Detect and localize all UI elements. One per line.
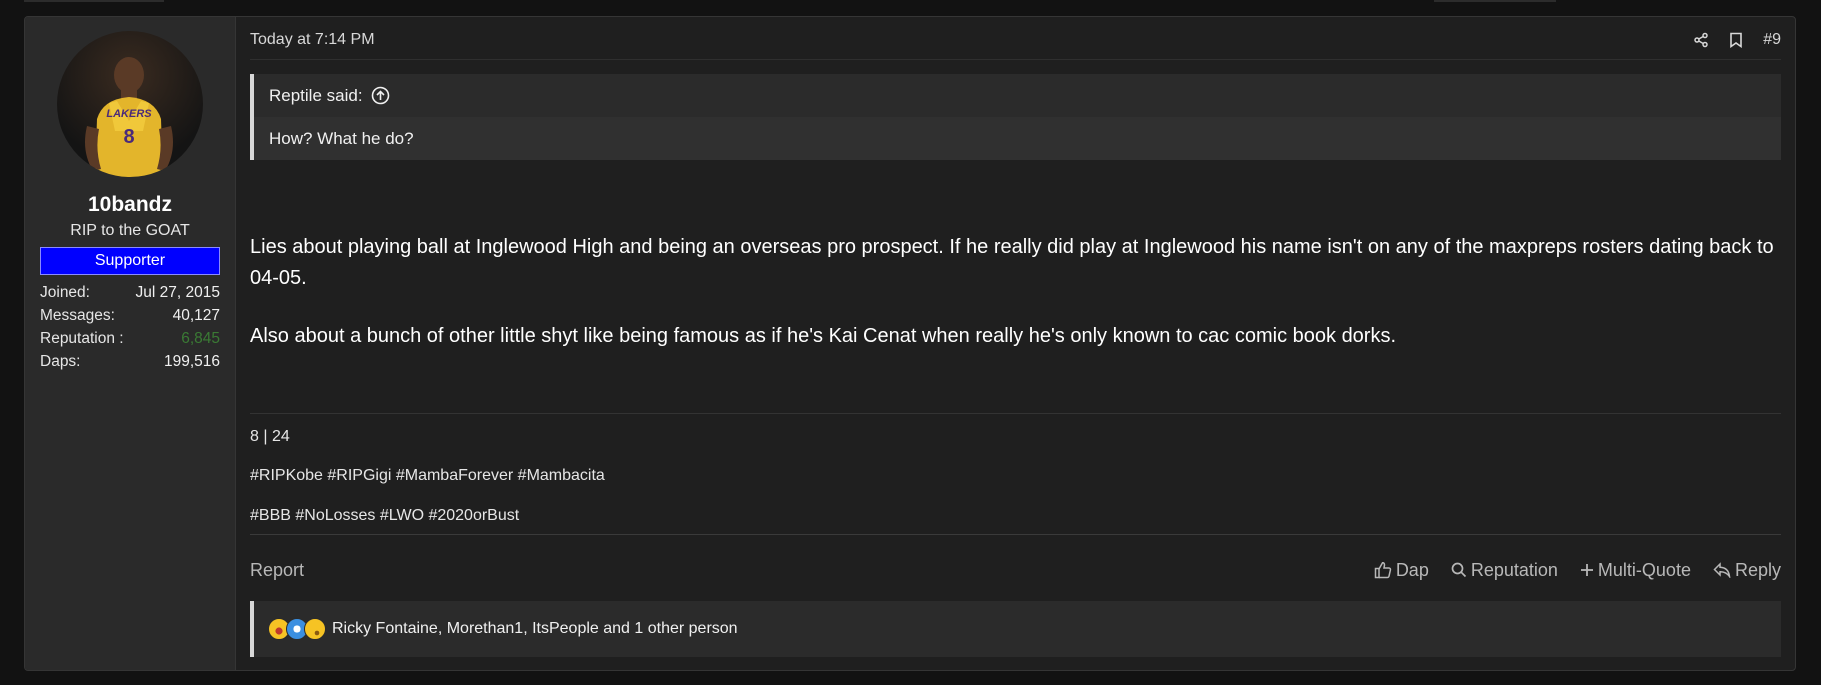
confused-emoji-icon	[304, 618, 326, 640]
top-divider-right	[1434, 0, 1556, 2]
stat-value[interactable]: 40,127	[173, 304, 220, 327]
dap-button[interactable]: Dap	[1374, 560, 1429, 581]
message-paragraph: Also about a bunch of other little shyt …	[250, 325, 1397, 347]
reactions-text[interactable]: Ricky Fontaine, Morethan1, ItsPeople and…	[332, 620, 738, 638]
post-main: Today at 7:14 PM #9 Reptile said: How? W…	[236, 17, 1795, 670]
stat-label: Daps:	[40, 353, 81, 370]
multi-quote-button[interactable]: Multi-Quote	[1580, 560, 1691, 581]
message-body: Lies about playing ball at Inglewood Hig…	[250, 232, 1781, 352]
footer-divider	[250, 534, 1781, 535]
signature-divider	[250, 413, 1781, 414]
plus-icon	[1580, 564, 1593, 576]
stat-label: Messages:	[40, 307, 115, 324]
search-icon	[1451, 562, 1466, 578]
message-paragraph: Lies about playing ball at Inglewood Hig…	[250, 236, 1774, 289]
post-header: Today at 7:14 PM #9	[250, 17, 1781, 60]
post-actions: Report Dap Reputation Multi-Quote Reply	[250, 555, 1781, 585]
avatar-jersey-number: 8	[123, 126, 134, 148]
user-stats: Joined: Jul 27, 2015 Messages: 40,127 Re…	[40, 281, 220, 373]
stat-value: Jul 27, 2015	[135, 284, 220, 301]
stat-daps: Daps: 199,516	[40, 350, 220, 373]
post-header-actions: #9	[1693, 31, 1781, 49]
stat-label: Reputation :	[40, 330, 124, 347]
stat-label: Joined:	[40, 284, 90, 301]
stat-reputation: Reputation : 6,845	[40, 327, 220, 350]
quote-text: How? What he do?	[254, 117, 1781, 160]
stat-joined: Joined: Jul 27, 2015	[40, 281, 220, 304]
user-banner: Supporter	[40, 247, 220, 275]
signature-line: 8 | 24	[250, 428, 290, 445]
quote-author[interactable]: Reptile said:	[269, 86, 363, 106]
reactions-bar[interactable]: Ricky Fontaine, Morethan1, ItsPeople and…	[250, 601, 1781, 657]
stat-value: 199,516	[163, 353, 220, 370]
post-number[interactable]: #9	[1763, 31, 1781, 49]
username[interactable]: 10bandz	[25, 193, 235, 217]
reply-label: Reply	[1734, 559, 1781, 580]
reaction-icons	[268, 618, 326, 640]
signature-line: #RIPKobe #RIPGigi #MambaForever #Mambaci…	[250, 467, 605, 484]
signature-line: #BBB #NoLosses #LWO #2020orBust	[250, 507, 520, 524]
reply-button[interactable]: Reply	[1713, 560, 1781, 581]
post-actions-right: Dap Reputation Multi-Quote Reply	[1374, 560, 1781, 581]
post-timestamp[interactable]: Today at 7:14 PM	[250, 31, 375, 49]
top-divider-left	[24, 0, 164, 2]
avatar-jersey-text: LAKERS	[106, 108, 152, 120]
report-link[interactable]: Report	[250, 560, 304, 581]
bookmark-icon[interactable]	[1729, 32, 1743, 48]
user-title: RIP to the GOAT	[70, 222, 190, 239]
reply-icon	[1713, 562, 1731, 578]
quote-block: Reptile said: How? What he do?	[250, 74, 1781, 160]
stat-value: 6,845	[181, 330, 220, 347]
reputation-button[interactable]: Reputation	[1451, 560, 1558, 581]
thumbs-up-icon	[1374, 562, 1392, 579]
arrow-up-circle-icon[interactable]	[371, 86, 390, 105]
user-info-panel: LAKERS 8 10bandz RIP to the GOAT Support…	[25, 17, 236, 670]
stat-messages: Messages: 40,127	[40, 304, 220, 327]
share-icon[interactable]	[1693, 32, 1709, 48]
quote-header[interactable]: Reptile said:	[254, 74, 1781, 117]
reputation-label: Reputation	[1470, 559, 1558, 580]
user-avatar[interactable]: LAKERS 8	[57, 31, 203, 177]
dap-label: Dap	[1395, 559, 1429, 580]
signature: 8 | 24 #RIPKobe #RIPGigi #MambaForever #…	[250, 423, 605, 526]
forum-post: LAKERS 8 10bandz RIP to the GOAT Support…	[24, 16, 1796, 671]
multi-quote-label: Multi-Quote	[1597, 559, 1691, 580]
